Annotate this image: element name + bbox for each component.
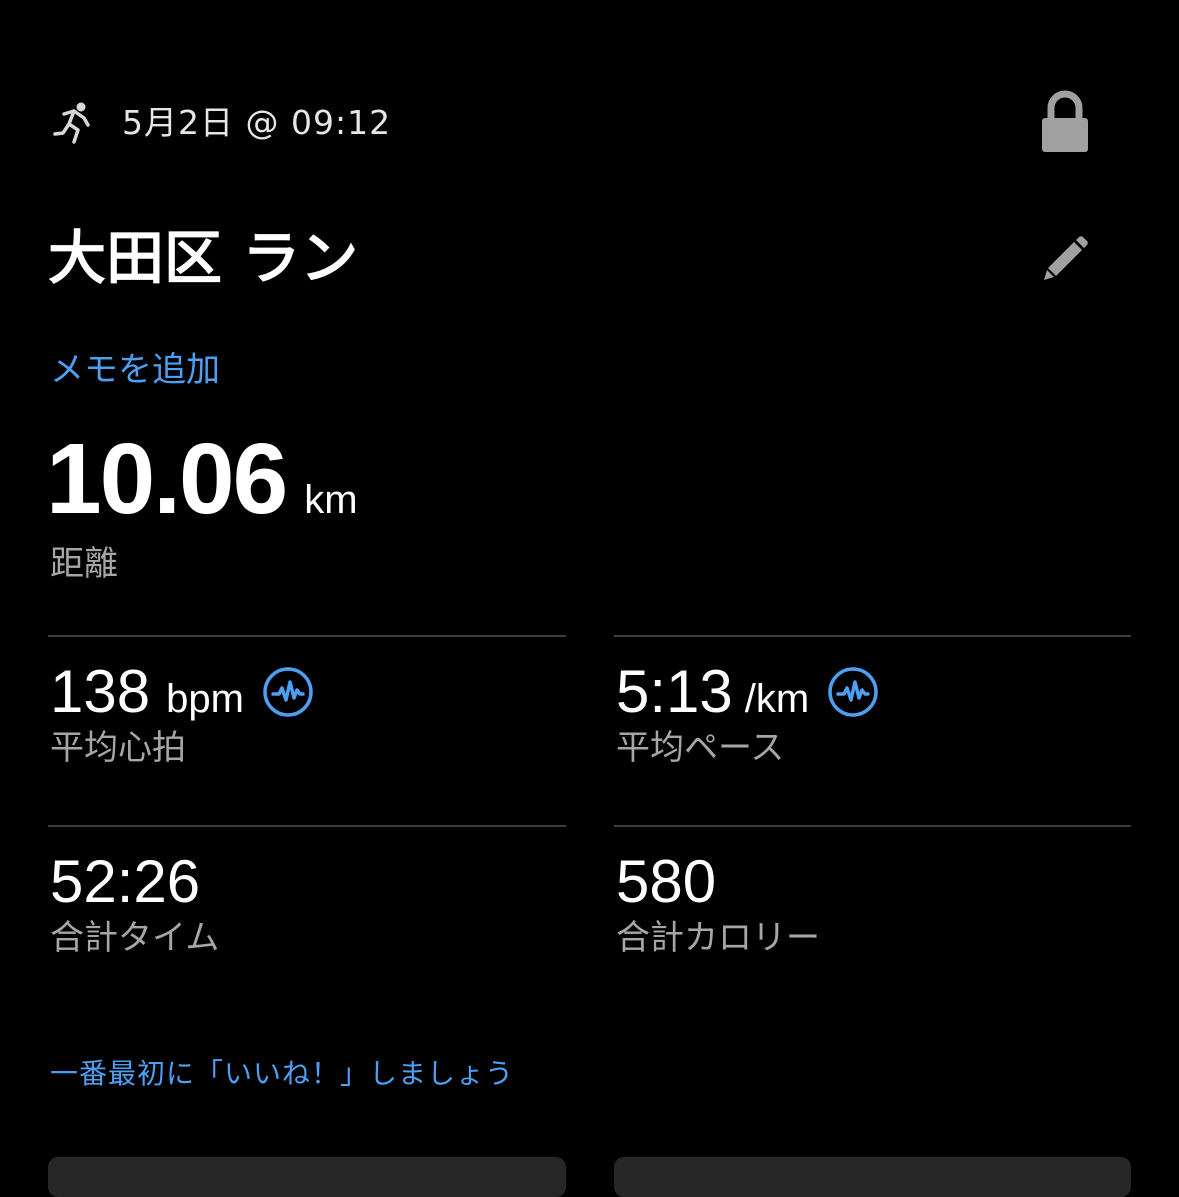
pace-stat: 5:13 /km 平均ペース <box>616 660 879 772</box>
pace-label: 平均ペース <box>616 728 785 768</box>
distance-value: 10.06 <box>46 423 288 535</box>
like-prompt-link[interactable]: 一番最初に「いいね！」しましょう <box>50 1052 514 1096</box>
calories-value: 580 <box>616 848 717 915</box>
heart-rate-value: 138 <box>50 658 151 725</box>
bottom-card-right[interactable] <box>614 1157 1131 1197</box>
heart-rate-stat: 138 bpm 平均心拍 <box>50 660 314 772</box>
heart-rate-label: 平均心拍 <box>50 728 186 768</box>
lock-icon[interactable] <box>1034 88 1096 158</box>
divider <box>614 635 1131 637</box>
total-time-label: 合計タイム <box>50 918 220 958</box>
distance-display: 10.06 km <box>46 424 358 534</box>
activity-datetime: 5月2日 @ 09:12 <box>122 103 392 142</box>
pencil-icon[interactable] <box>1038 230 1094 286</box>
pace-chart-icon[interactable] <box>827 666 879 718</box>
distance-label: 距離 <box>50 544 118 584</box>
activity-title: 大田区 ラン <box>48 224 359 292</box>
running-person-icon <box>50 100 96 146</box>
total-time-stat: 52:26 合計タイム <box>50 850 219 962</box>
calories-label: 合計カロリー <box>616 918 820 958</box>
divider <box>614 825 1131 827</box>
pace-value: 5:13 <box>616 658 733 725</box>
pace-unit: /km <box>744 677 810 721</box>
calories-stat: 580 合計カロリー <box>616 850 820 962</box>
heart-rate-unit: bpm <box>166 677 244 721</box>
divider <box>48 825 566 827</box>
heart-rate-chart-icon[interactable] <box>262 666 314 718</box>
add-memo-link[interactable]: メモを追加 <box>50 346 220 394</box>
total-time-value: 52:26 <box>50 848 201 915</box>
distance-unit: km <box>304 478 358 522</box>
divider <box>48 635 566 637</box>
bottom-card-left[interactable] <box>48 1157 566 1197</box>
